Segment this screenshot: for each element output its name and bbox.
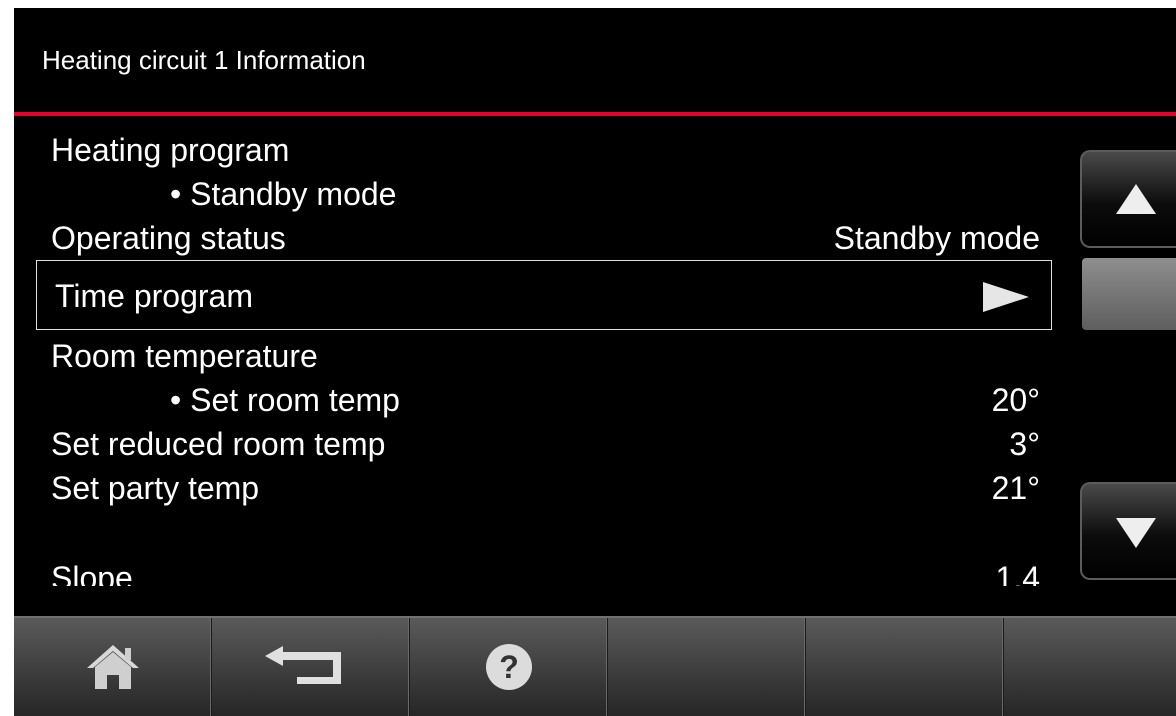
info-list: Heating program • Standby mode Operating…	[14, 128, 1070, 586]
list-item-label: • Standby mode	[170, 176, 397, 212]
footer-empty-button-1	[608, 618, 806, 716]
list-item-operating-status: Operating status Standby mode	[14, 216, 1054, 260]
home-button[interactable]	[14, 618, 212, 716]
list-item-set-room-temp: • Set room temp 20°	[14, 378, 1054, 422]
list-item-label: Operating status	[51, 220, 286, 256]
footer-toolbar: ?	[14, 616, 1176, 716]
chevron-right-icon	[983, 282, 1029, 312]
svg-text:?: ?	[499, 649, 519, 685]
list-item-label: Slope	[51, 560, 133, 586]
triangle-down-icon	[1116, 518, 1156, 548]
list-item-label: Room temperature	[51, 338, 318, 374]
help-icon: ?	[485, 644, 532, 690]
list-item-heating-program: Heating program	[14, 128, 1054, 172]
list-item-label: Heating program	[51, 132, 290, 168]
scrollbar-thumb[interactable]	[1082, 258, 1176, 330]
time-program-item[interactable]: Time program	[36, 260, 1052, 330]
list-item-room-temperature: Room temperature	[14, 334, 1054, 378]
header: Heating circuit 1 Information	[14, 8, 1176, 112]
list-item-set-reduced-room-temp: Set reduced room temp 3°	[14, 422, 1054, 466]
list-item-label: Set reduced room temp	[51, 426, 386, 462]
back-button[interactable]	[212, 618, 410, 716]
list-item-standby-mode: • Standby mode	[14, 172, 1054, 216]
home-icon	[86, 645, 139, 689]
list-item-slope: Slope 1.4	[14, 556, 1054, 586]
back-arrow-icon	[264, 646, 341, 684]
page-title: Heating circuit 1 Information	[42, 45, 366, 75]
scroll-up-button[interactable]	[1080, 150, 1176, 248]
footer-empty-button-3	[1004, 618, 1176, 716]
list-item-value: Standby mode	[833, 220, 1040, 256]
list-item-label: • Set room temp	[170, 382, 400, 418]
screen: Heating circuit 1 Information Heating pr…	[14, 8, 1176, 716]
help-button[interactable]: ?	[410, 618, 608, 716]
list-item-set-party-temp: Set party temp 21°	[14, 466, 1054, 510]
header-divider	[14, 112, 1176, 116]
list-item-value: 20°	[991, 382, 1040, 418]
triangle-up-icon	[1116, 184, 1156, 214]
footer-empty-button-2	[806, 618, 1004, 716]
list-item-label: Set party temp	[51, 470, 260, 506]
list-item-value: 1.4	[995, 560, 1040, 586]
scroll-down-button[interactable]	[1080, 482, 1176, 580]
list-item-value: 21°	[991, 470, 1040, 506]
list-item-label: Time program	[55, 278, 253, 314]
list-item-value: 3°	[1009, 426, 1040, 462]
